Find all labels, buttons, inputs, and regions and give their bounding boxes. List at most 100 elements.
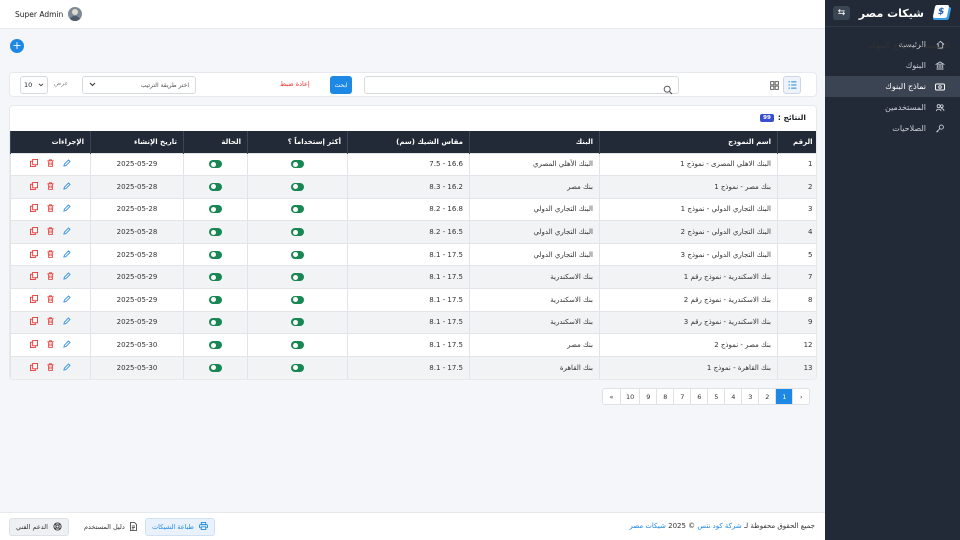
delete-icon[interactable] — [47, 204, 54, 214]
duplicate-icon[interactable] — [29, 317, 38, 327]
edit-icon[interactable] — [63, 340, 71, 350]
most-used-toggle[interactable] — [291, 160, 304, 169]
most-used-toggle[interactable] — [291, 228, 304, 237]
sidebar-item-users[interactable]: المستخدمين — [825, 97, 960, 118]
most-used-toggle[interactable] — [291, 318, 304, 327]
delete-icon[interactable] — [47, 250, 54, 260]
add-template-button[interactable]: + — [10, 39, 24, 53]
delete-icon[interactable] — [47, 340, 54, 350]
edit-icon[interactable] — [63, 159, 71, 169]
status-cell — [183, 310, 248, 334]
duplicate-icon[interactable] — [29, 362, 38, 373]
template-name-cell: البنك التجاري الدولي - نموذج 3 — [599, 242, 778, 266]
delete-icon[interactable] — [47, 227, 54, 237]
edit-icon[interactable] — [63, 317, 71, 327]
status-toggle[interactable] — [209, 160, 222, 169]
column-header[interactable]: الحالة — [183, 131, 248, 153]
status-toggle[interactable] — [209, 205, 222, 214]
results-card: النتائج : 99 الرقم اسم النموذج البنك مقا… — [9, 105, 817, 380]
status-toggle[interactable] — [209, 273, 222, 282]
edit-icon[interactable] — [63, 182, 71, 192]
duplicate-icon[interactable] — [29, 272, 38, 282]
created-date-cell: 2025-05-30 — [90, 355, 184, 379]
duplicate-icon[interactable] — [29, 249, 38, 260]
delete-icon[interactable] — [47, 363, 54, 373]
edit-icon[interactable] — [63, 295, 71, 305]
pagination-page[interactable]: 5 — [707, 389, 724, 404]
column-header: الإجراءات — [10, 131, 91, 153]
duplicate-icon[interactable] — [29, 204, 38, 214]
sidebar-item-banks[interactable]: البنوك — [825, 55, 960, 76]
status-toggle[interactable] — [209, 318, 222, 327]
template-name-cell: بنك الاسكندرية - نموذج رقم 1 — [599, 265, 778, 289]
duplicate-icon[interactable] — [29, 294, 38, 305]
most-used-toggle[interactable] — [291, 205, 304, 214]
sidebar-item-bank-templates[interactable]: نماذج البنوك — [825, 76, 960, 97]
print-cheques-button[interactable]: طباعة الشيكات — [145, 518, 215, 536]
column-header[interactable]: مقاس الشيك (سم) — [347, 131, 470, 153]
brand-name: شيكات مصر — [858, 6, 924, 20]
pagination-page[interactable]: 2 — [758, 389, 775, 404]
status-cell — [183, 288, 248, 312]
duplicate-icon[interactable] — [29, 159, 38, 169]
edit-icon[interactable] — [63, 250, 71, 260]
sidebar-item-permissions[interactable]: الصلاحيات — [825, 118, 960, 139]
column-header[interactable]: تاريخ الإنشاء — [90, 131, 184, 153]
sort-select[interactable]: اختر طريقة الترتيب — [82, 76, 196, 94]
column-header[interactable]: الرقم — [777, 131, 816, 153]
edit-icon[interactable] — [63, 227, 71, 237]
column-header[interactable]: اسم النموذج — [599, 131, 778, 153]
column-header[interactable]: البنك — [469, 131, 600, 153]
grid-view-button[interactable] — [765, 76, 783, 94]
status-toggle[interactable] — [209, 250, 222, 259]
edit-icon[interactable] — [63, 272, 71, 282]
bank-cell: بنك مصر — [469, 333, 600, 357]
reset-link[interactable]: إعادة ضبط — [280, 80, 310, 88]
delete-icon[interactable] — [47, 182, 54, 192]
delete-icon[interactable] — [47, 317, 54, 327]
status-toggle[interactable] — [209, 295, 222, 304]
user-guide-button[interactable]: دليل المستخدم — [78, 518, 143, 536]
delete-icon[interactable] — [47, 159, 54, 169]
most-used-toggle[interactable] — [291, 363, 304, 372]
pagination-page[interactable]: 6 — [690, 389, 707, 404]
pagination-page[interactable]: 1 — [775, 389, 793, 404]
support-button[interactable]: الدعم الفني — [9, 518, 69, 536]
pagination-page[interactable]: 8 — [656, 389, 673, 404]
column-header[interactable]: أكثر إستخداماً ؟ — [247, 131, 348, 153]
duplicate-icon[interactable] — [29, 181, 38, 192]
status-toggle[interactable] — [209, 182, 222, 191]
user-menu[interactable]: Super Admin — [15, 7, 83, 21]
pagination-page[interactable]: 3 — [741, 389, 758, 404]
pagination-prev[interactable]: ‹ — [792, 389, 809, 404]
status-cell — [183, 265, 248, 289]
list-view-button[interactable] — [783, 76, 801, 94]
status-toggle[interactable] — [209, 228, 222, 237]
status-toggle[interactable] — [209, 363, 222, 372]
most-used-toggle[interactable] — [291, 341, 304, 350]
most-used-toggle[interactable] — [291, 295, 304, 304]
delete-icon[interactable] — [47, 295, 54, 305]
most-used-toggle[interactable] — [291, 250, 304, 259]
cheque-size-cell: 17.5 - 8.1 — [347, 288, 470, 312]
pagination-page[interactable]: 9 — [639, 389, 656, 404]
delete-icon[interactable] — [47, 272, 54, 282]
status-toggle[interactable] — [209, 341, 222, 350]
pagination-next[interactable]: » — [603, 389, 620, 404]
search-button[interactable]: ابحث — [330, 76, 352, 94]
sidebar-toggle-icon[interactable]: ⇆ — [833, 6, 850, 20]
edit-icon[interactable] — [63, 363, 71, 373]
pagination-page[interactable]: 4 — [724, 389, 741, 404]
most-used-toggle[interactable] — [291, 182, 304, 191]
search-input[interactable] — [364, 76, 679, 95]
duplicate-icon[interactable] — [29, 227, 38, 237]
company-link[interactable]: شركة كود نتس — [697, 522, 741, 530]
edit-icon[interactable] — [63, 204, 71, 214]
per-page-select[interactable]: 10 — [20, 76, 48, 94]
table-row: 13 بنك القاهرة - نموذج 1 بنك القاهرة 17.5 -… — [10, 355, 816, 379]
brand-link[interactable]: شيكات مصر — [629, 522, 665, 530]
duplicate-icon[interactable] — [29, 340, 38, 350]
pagination-page[interactable]: 10 — [620, 389, 639, 404]
most-used-toggle[interactable] — [291, 273, 304, 282]
pagination-page[interactable]: 7 — [673, 389, 690, 404]
